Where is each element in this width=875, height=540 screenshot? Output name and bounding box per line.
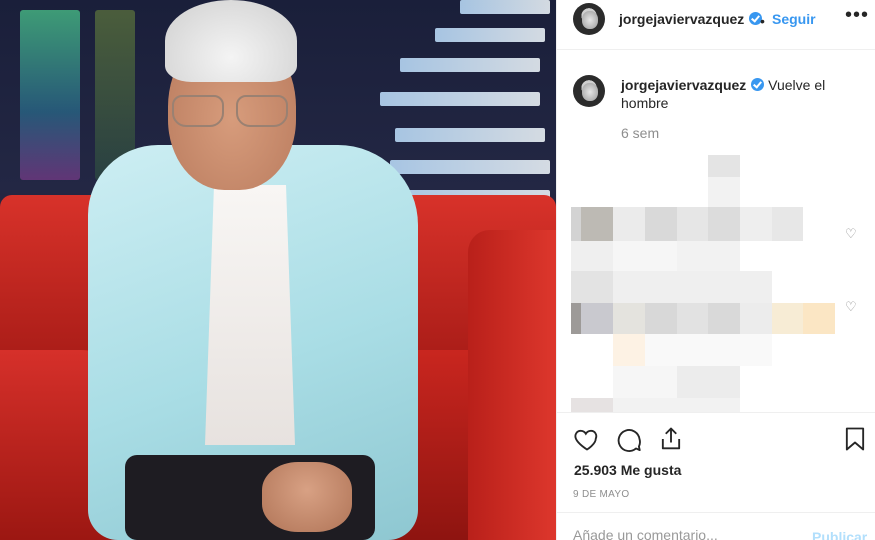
share-icon[interactable]: [657, 425, 685, 453]
caption-avatar[interactable]: [573, 75, 605, 107]
stage-screen: [20, 10, 80, 180]
follow-button[interactable]: Seguir: [772, 11, 816, 27]
likes-count[interactable]: 25.903 Me gusta: [574, 462, 681, 478]
caption-username-link[interactable]: jorgejaviervazquez: [621, 77, 765, 93]
comment-input[interactable]: [573, 527, 793, 540]
person-hands: [262, 462, 352, 532]
avatar[interactable]: [573, 3, 605, 35]
comment-like-heart-icon[interactable]: ♡: [845, 299, 857, 315]
bookmark-icon[interactable]: [841, 425, 869, 453]
heart-icon[interactable]: [573, 425, 601, 453]
sofa-arm: [468, 230, 556, 540]
verified-badge-icon: [751, 78, 765, 91]
person-glasses: [172, 95, 292, 129]
post-actions: 25.903 Me gusta 9 DE MAYO Publicar: [557, 412, 875, 540]
username-link[interactable]: jorgejaviervazquez: [619, 11, 763, 27]
separator-dot: •: [760, 13, 765, 29]
post-side-panel: jorgejaviervazquez • Seguir ••• jorgejav…: [556, 0, 875, 540]
post-header: jorgejaviervazquez • Seguir •••: [557, 0, 875, 50]
comment-composer: Publicar: [557, 512, 875, 540]
post-caption: jorgejaviervazquez Vuelve el hombre: [621, 76, 851, 112]
comment-icon[interactable]: [615, 425, 643, 453]
post-time-ago: 6 sem: [621, 125, 660, 141]
more-options-icon[interactable]: •••: [845, 4, 869, 27]
pixelated-comments: [571, 155, 839, 415]
publish-button[interactable]: Publicar: [812, 529, 867, 540]
post-photo[interactable]: [0, 0, 556, 540]
post-date: 9 DE MAYO: [573, 489, 630, 500]
person-hair: [165, 0, 297, 82]
comment-like-heart-icon[interactable]: ♡: [845, 226, 857, 242]
person-shirt: [205, 185, 295, 445]
